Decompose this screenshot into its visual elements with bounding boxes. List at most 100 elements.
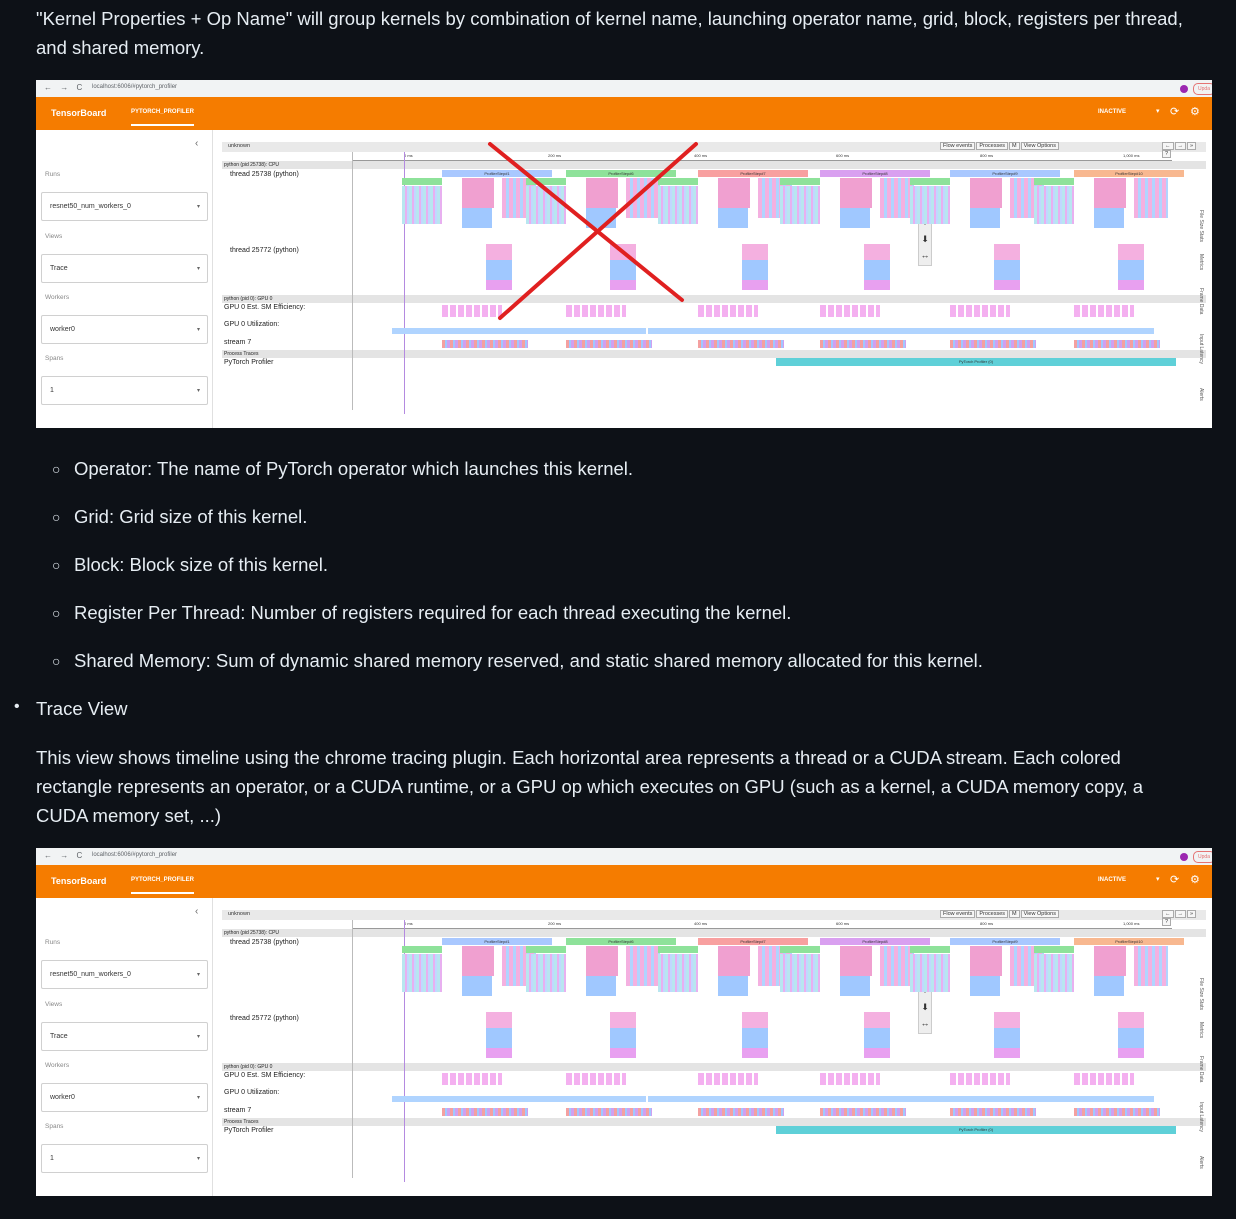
thread2-block[interactable] xyxy=(742,244,768,260)
utilization-block[interactable] xyxy=(516,1096,646,1102)
chevron-down-icon[interactable]: ▾ xyxy=(1156,875,1160,883)
runs-select[interactable]: resnet50_num_workers_0 ▾ xyxy=(41,960,208,989)
stream-kernel-block[interactable] xyxy=(950,1108,1036,1116)
op-block[interactable] xyxy=(970,208,1000,228)
utilization-block[interactable] xyxy=(770,1096,900,1102)
utilization-block[interactable] xyxy=(770,328,900,334)
op-block[interactable] xyxy=(626,946,660,986)
op-block[interactable] xyxy=(780,954,820,992)
op-block[interactable] xyxy=(718,976,748,996)
side-tab[interactable]: Frame Data xyxy=(1198,1056,1204,1082)
op-block[interactable] xyxy=(462,208,492,228)
sm-efficiency-block[interactable] xyxy=(950,1073,1010,1085)
thread2-block[interactable] xyxy=(864,280,890,290)
profile-avatar[interactable] xyxy=(1180,85,1188,93)
thread2-block[interactable] xyxy=(1118,244,1144,260)
expand-button[interactable]: » xyxy=(1187,910,1197,918)
process-traces-band[interactable] xyxy=(222,350,1206,358)
stream-kernel-block[interactable] xyxy=(442,340,528,348)
zoom-tool-icon[interactable]: ⬇ xyxy=(919,999,931,1015)
op-block[interactable] xyxy=(1134,178,1168,218)
profiler-step-block[interactable]: ProfilerStep#9 xyxy=(950,170,1060,177)
thread2-block[interactable] xyxy=(610,244,636,260)
workers-select[interactable]: worker0 ▾ xyxy=(41,1083,208,1112)
enumerate-block[interactable] xyxy=(910,946,950,953)
thread2-block[interactable] xyxy=(994,1048,1020,1058)
metadata-button[interactable]: M xyxy=(1009,142,1020,150)
op-block[interactable] xyxy=(1094,976,1124,996)
update-button[interactable]: Upda xyxy=(1193,83,1212,95)
side-tab[interactable]: Metrics xyxy=(1198,1022,1204,1038)
op-block[interactable] xyxy=(880,946,914,986)
op-block[interactable] xyxy=(526,954,566,992)
refresh-icon[interactable]: ⟳ xyxy=(1170,873,1179,886)
browser-nav-icons[interactable]: ← → C xyxy=(44,83,85,92)
sm-efficiency-block[interactable] xyxy=(442,305,502,317)
thread2-block[interactable] xyxy=(610,1012,636,1028)
thread2-block[interactable] xyxy=(486,280,512,290)
thread2-block[interactable] xyxy=(742,1012,768,1028)
trace-viewer[interactable]: unknown Flow events Processes M View Option… xyxy=(222,140,1206,422)
op-block[interactable] xyxy=(586,178,618,208)
op-block[interactable] xyxy=(586,946,618,976)
spans-select[interactable]: 1 ▾ xyxy=(41,376,208,405)
thread2-block[interactable] xyxy=(1118,1012,1144,1028)
processes-button[interactable]: Processes xyxy=(976,142,1009,150)
op-block[interactable] xyxy=(970,976,1000,996)
thread2-block[interactable] xyxy=(1118,260,1144,280)
op-block[interactable] xyxy=(586,208,616,228)
profiler-step-block[interactable]: ProfilerStep#1 xyxy=(442,938,552,945)
thread2-block[interactable] xyxy=(742,1048,768,1058)
thread2-block[interactable] xyxy=(486,1048,512,1058)
sm-efficiency-block[interactable] xyxy=(950,305,1010,317)
metadata-button[interactable]: M xyxy=(1009,910,1020,918)
cpu-process-band[interactable] xyxy=(222,161,1206,169)
op-block[interactable] xyxy=(462,178,494,208)
op-block[interactable] xyxy=(840,208,870,228)
flow-events-button[interactable]: Flow events xyxy=(940,142,976,150)
op-block[interactable] xyxy=(626,178,660,218)
thread2-block[interactable] xyxy=(994,1012,1020,1028)
utilization-block[interactable] xyxy=(900,328,1030,334)
op-block[interactable] xyxy=(1094,178,1126,208)
gpu-process-band[interactable] xyxy=(222,295,1206,303)
back-button[interactable]: ← xyxy=(1162,910,1174,918)
thread2-block[interactable] xyxy=(742,280,768,290)
view-options-button[interactable]: View Options xyxy=(1020,142,1059,150)
side-tab[interactable]: Frame Data xyxy=(1198,288,1204,314)
op-block[interactable] xyxy=(1134,946,1168,986)
profiler-step-block[interactable]: ProfilerStep#8 xyxy=(820,938,930,945)
thread2-block[interactable] xyxy=(742,1028,768,1048)
utilization-block[interactable] xyxy=(648,1096,778,1102)
profiler-step-block[interactable]: ProfilerStep#9 xyxy=(950,938,1060,945)
utilization-block[interactable] xyxy=(648,328,778,334)
stream-kernel-block[interactable] xyxy=(820,1108,906,1116)
op-block[interactable] xyxy=(718,946,750,976)
op-block[interactable] xyxy=(526,186,566,224)
op-block[interactable] xyxy=(880,178,914,218)
enumerate-block[interactable] xyxy=(526,178,566,185)
op-block[interactable] xyxy=(718,208,748,228)
op-block[interactable] xyxy=(1034,186,1074,224)
thread2-block[interactable] xyxy=(864,1048,890,1058)
runs-select[interactable]: resnet50_num_workers_0 ▾ xyxy=(41,192,208,221)
profiler-bar[interactable]: PyTorch Profiler (0) xyxy=(776,358,1176,366)
op-block[interactable] xyxy=(1094,208,1124,228)
gear-icon[interactable]: ⚙ xyxy=(1190,873,1200,886)
side-tab[interactable]: Metrics xyxy=(1198,254,1204,270)
thread2-block[interactable] xyxy=(864,244,890,260)
forward-button[interactable]: → xyxy=(1174,910,1186,918)
thread2-block[interactable] xyxy=(486,260,512,280)
thread2-block[interactable] xyxy=(994,280,1020,290)
profile-avatar[interactable] xyxy=(1180,853,1188,861)
gear-icon[interactable]: ⚙ xyxy=(1190,105,1200,118)
thread2-block[interactable] xyxy=(1118,1028,1144,1048)
stream-kernel-block[interactable] xyxy=(698,340,784,348)
profiler-step-block[interactable]: ProfilerStep#8 xyxy=(820,170,930,177)
side-tab[interactable]: File Size Stats xyxy=(1198,978,1204,1010)
tab-pytorch-profiler[interactable]: PYTORCH_PROFILER xyxy=(131,109,194,126)
op-block[interactable] xyxy=(840,976,870,996)
op-block[interactable] xyxy=(658,186,698,224)
op-block[interactable] xyxy=(970,946,1002,976)
process-traces-band[interactable] xyxy=(222,1118,1206,1126)
